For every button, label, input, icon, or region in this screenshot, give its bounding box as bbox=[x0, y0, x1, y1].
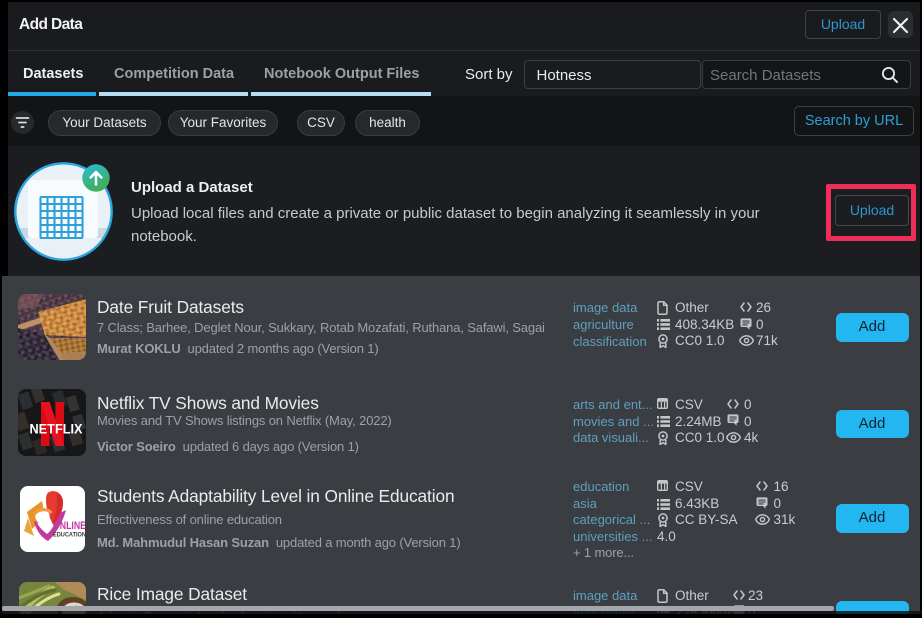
svg-text:EDUCATION: EDUCATION bbox=[53, 531, 86, 538]
svg-text:NETFLIX: NETFLIX bbox=[29, 422, 82, 437]
svg-text:ONLINE: ONLINE bbox=[53, 520, 86, 532]
